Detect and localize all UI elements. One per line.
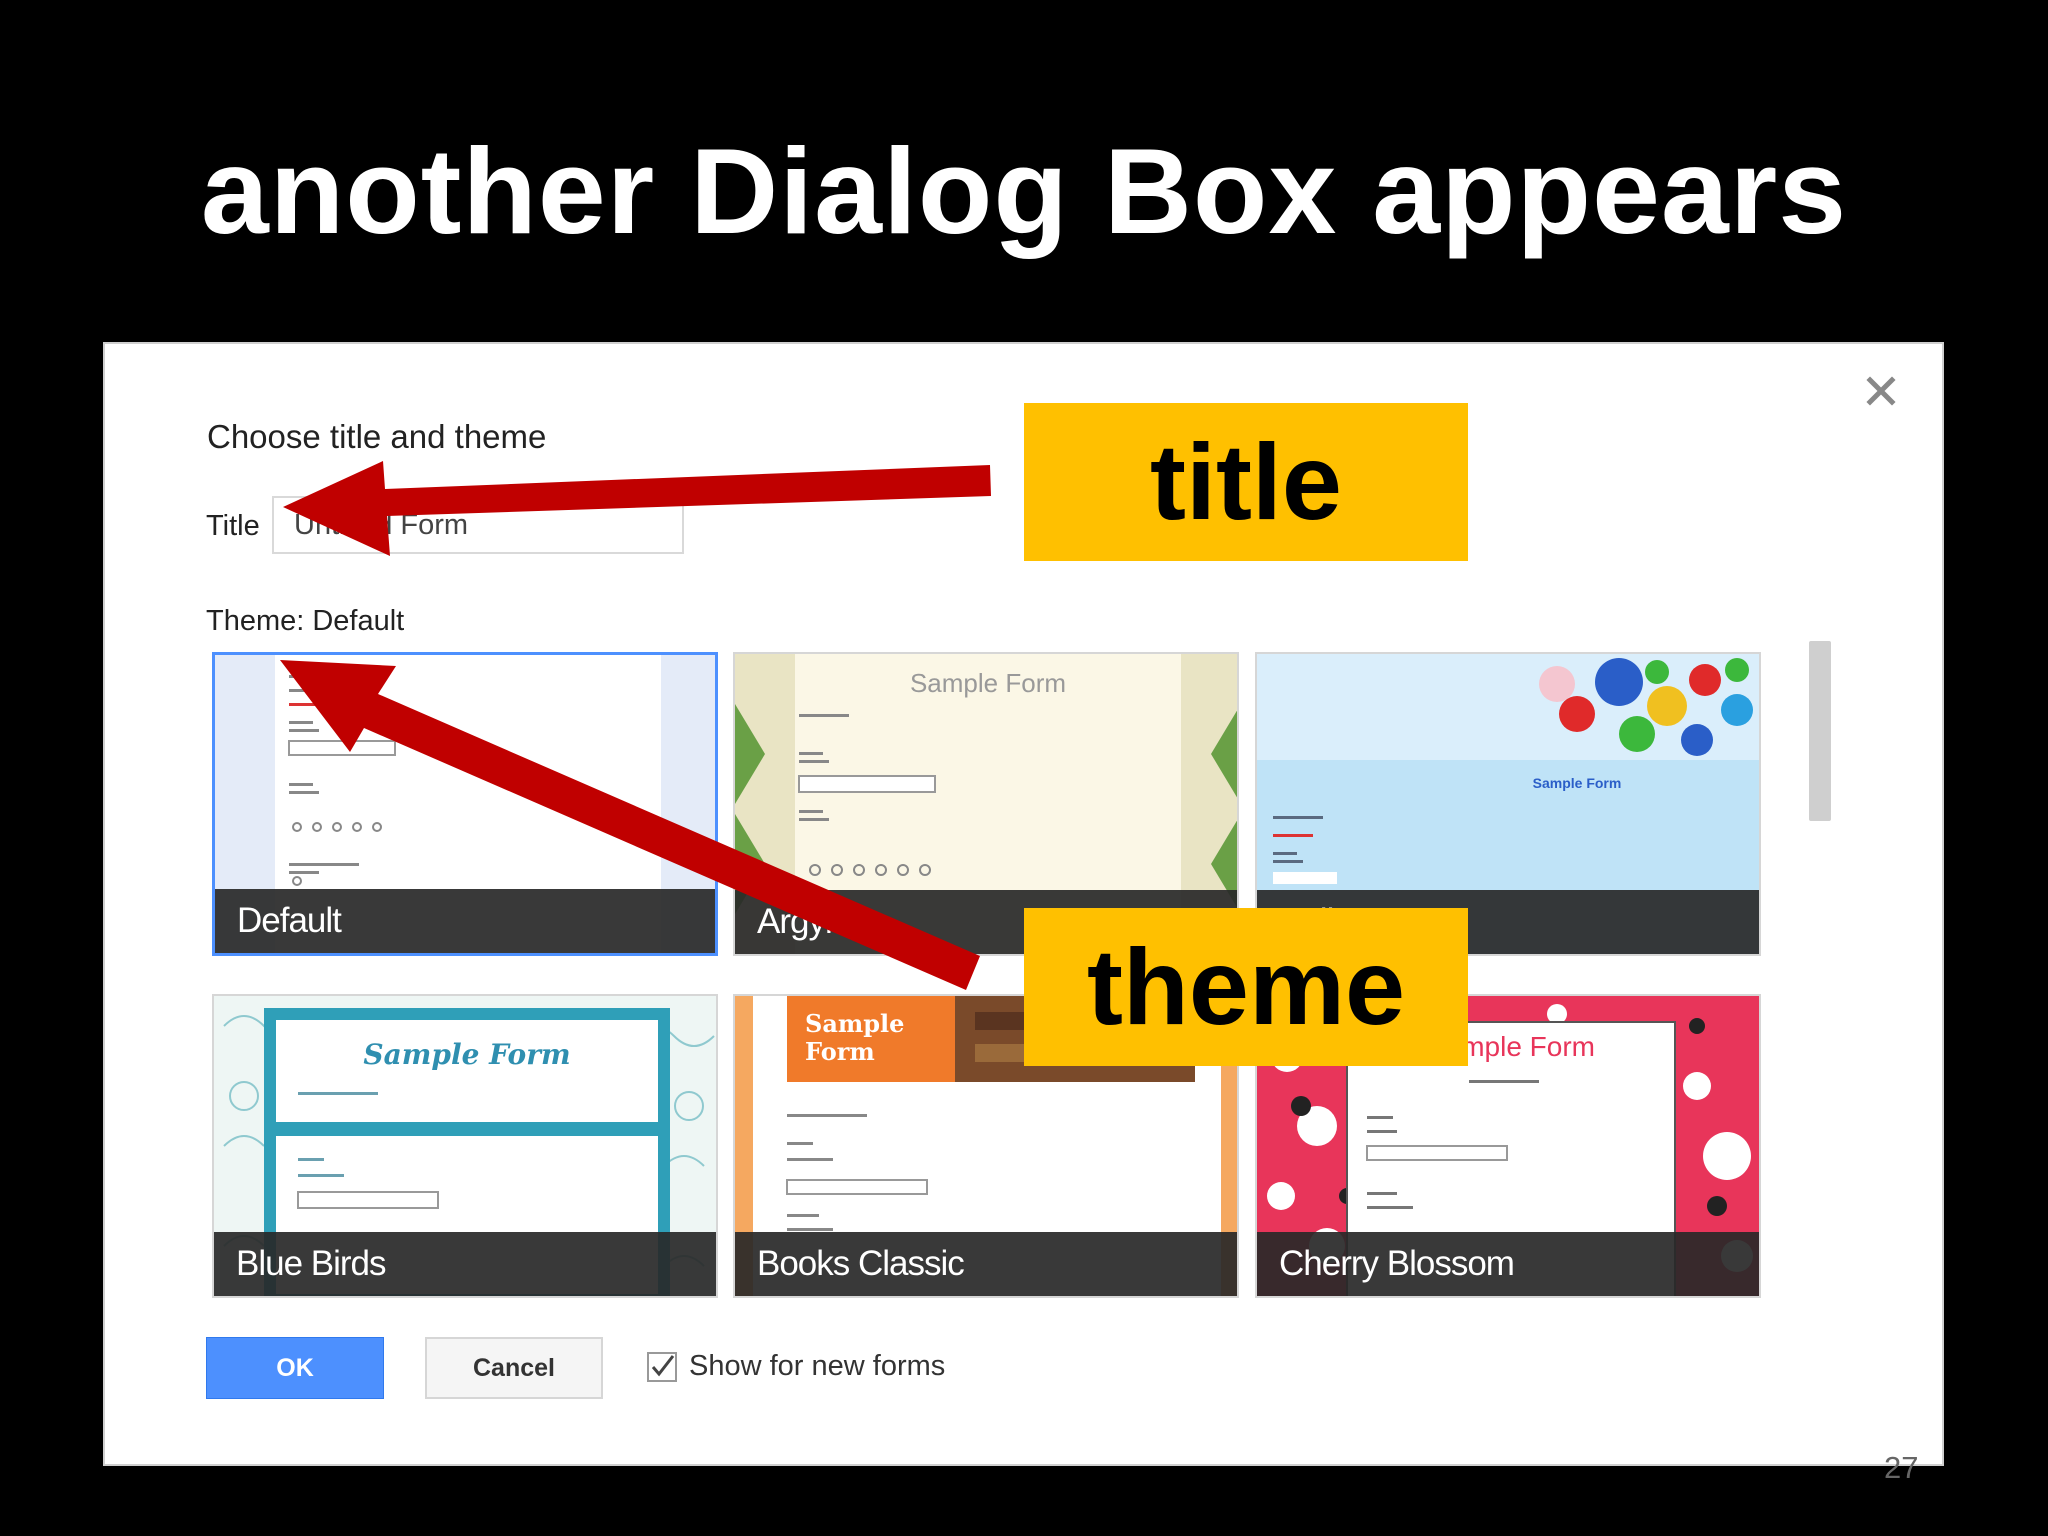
ok-button[interactable]: OK	[206, 1337, 384, 1399]
show-for-new-forms-checkbox[interactable]	[647, 1352, 677, 1382]
theme-tile-caption: Books Classic	[735, 1232, 1237, 1296]
page-number: 27	[1884, 1450, 1919, 1485]
title-label: Title	[206, 510, 260, 542]
cancel-button[interactable]: Cancel	[425, 1337, 603, 1399]
argyle-sample-form: Sample Form	[910, 668, 1066, 698]
theme-label-text: Theme:	[206, 605, 305, 637]
theme-tile-blue-birds[interactable]: Sample Form Blue Birds	[212, 994, 718, 1298]
title-callout: title	[1024, 403, 1468, 561]
theme-callout: theme	[1024, 908, 1468, 1066]
balloons-sample-form: Sample Form	[1533, 775, 1622, 791]
slide-title: another Dialog Box appears	[200, 123, 1848, 259]
theme-list-scrollbar[interactable]	[1809, 641, 1831, 821]
theme-label: Theme: Default	[206, 605, 404, 638]
theme-tile-caption: Default	[215, 889, 715, 953]
close-icon[interactable]	[1863, 373, 1899, 409]
theme-tile-caption: Cherry Blossom	[1257, 1232, 1759, 1296]
dialog-heading: Choose title and theme	[207, 418, 547, 455]
blue-birds-sample-form: Sample Form	[363, 1038, 570, 1071]
checkmark-icon	[651, 1355, 675, 1377]
theme-tile-caption: Blue Birds	[214, 1232, 716, 1296]
show-for-new-forms-label: Show for new forms	[689, 1350, 946, 1382]
title-input[interactable]	[272, 496, 684, 554]
theme-current-value: Default	[312, 605, 405, 637]
books-sample-label: Sample	[805, 1009, 904, 1038]
theme-tile-default[interactable]: Default	[212, 652, 718, 956]
books-form-label: Form	[805, 1037, 875, 1066]
